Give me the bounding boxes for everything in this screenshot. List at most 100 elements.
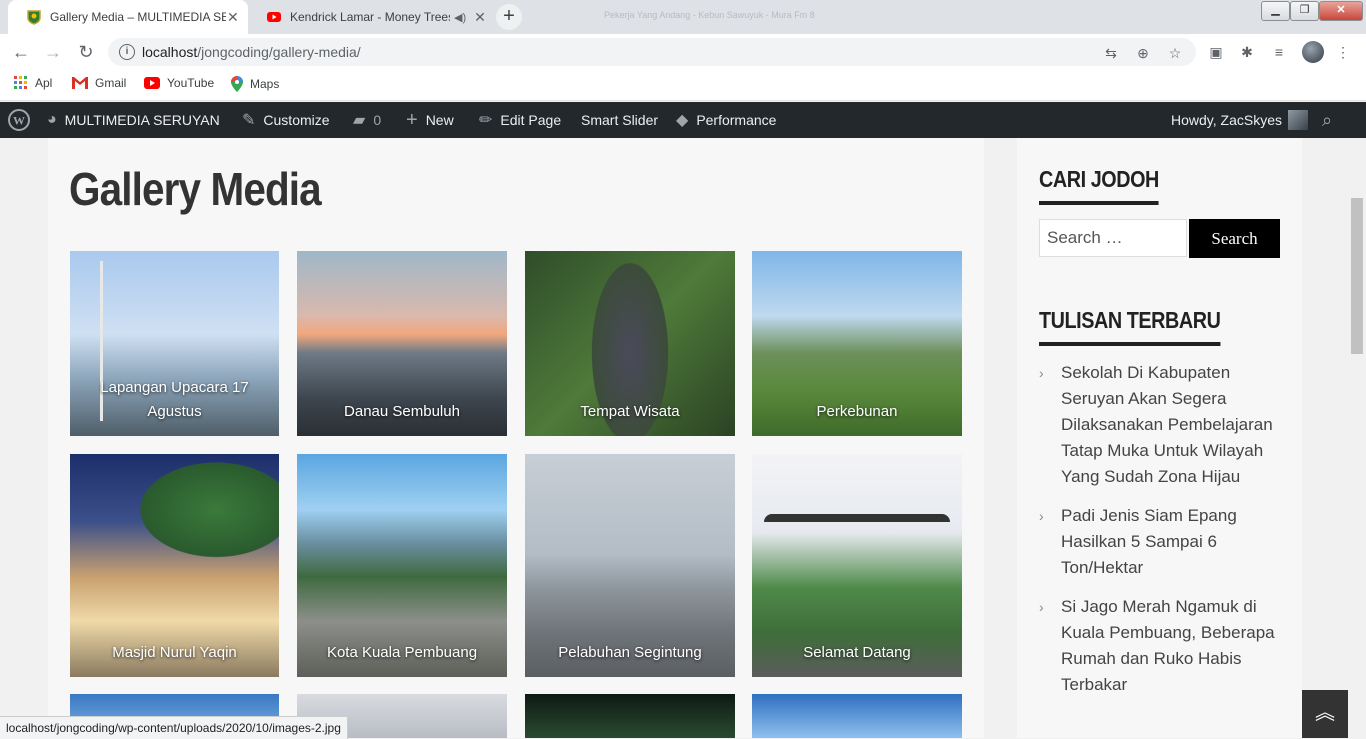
gmail-icon xyxy=(72,77,88,89)
admin-edit-page[interactable]: ✏ Edit Page xyxy=(479,102,561,138)
browser-tabstrip: Gallery Media – MULTIMEDIA SERUYAN ✕ Ken… xyxy=(0,0,1366,34)
search-button[interactable]: Search xyxy=(1189,219,1280,258)
close-tab-icon[interactable]: ✕ xyxy=(226,9,240,26)
admin-site-name-label: MULTIMEDIA SERUYAN xyxy=(64,112,220,128)
gallery-item[interactable]: Pelabuhan Segintung xyxy=(525,454,735,677)
maximize-button[interactable]: ❐ xyxy=(1290,1,1319,21)
gallery-caption: Masjid Nurul Yaqin xyxy=(112,644,237,661)
gallery-item[interactable]: Danau Sembuluh xyxy=(297,251,507,436)
recent-posts-list: › Sekolah Di Kabupaten Seruyan Akan Seger… xyxy=(1039,360,1294,711)
youtube-icon xyxy=(267,12,281,22)
admin-comments[interactable]: ▰ 0 xyxy=(353,102,381,138)
gallery-item[interactable]: Masjid Nurul Yaqin xyxy=(70,454,279,677)
translate-icon[interactable]: ⇆ xyxy=(1102,44,1120,62)
sidebar: CARI JODOH Search TULISAN TERBARU › Sekol… xyxy=(1017,138,1302,738)
gallery-caption: Pelabuhan Segintung xyxy=(558,644,702,661)
plus-icon: + xyxy=(406,108,418,131)
new-tab-button[interactable]: + xyxy=(496,4,522,30)
list-item[interactable]: › Si Jago Merah Ngamuk di Kuala Pembuang,… xyxy=(1039,594,1294,698)
chevron-right-icon: › xyxy=(1039,508,1044,524)
gallery-caption: Lapangan Upacara 17 Agustus xyxy=(100,379,249,420)
bookmark-label: Apl xyxy=(35,76,53,90)
gallery-caption: Tempat Wisata xyxy=(580,403,680,420)
url-text[interactable]: localhost/jongcoding/gallery-media/ xyxy=(142,44,361,60)
widget-title-search: CARI JODOH xyxy=(1039,166,1159,205)
menu-kebab-icon[interactable]: ⋮ xyxy=(1334,43,1352,61)
chevron-right-icon: › xyxy=(1039,599,1044,615)
post-link[interactable]: Si Jago Merah Ngamuk di Kuala Pembuang, … xyxy=(1061,597,1275,694)
minimize-button[interactable]: ▁ xyxy=(1261,1,1290,21)
admin-howdy-label: Howdy, ZacSkyes xyxy=(1171,112,1282,128)
dashboard-gauge-icon: ◕ xyxy=(47,111,57,128)
bookmark-gmail[interactable]: Gmail xyxy=(72,76,126,90)
admin-smart-slider-label: Smart Slider xyxy=(581,112,659,128)
site-info-icon[interactable]: i xyxy=(119,44,135,60)
bookmarks-bar: Apl Gmail YouTube Maps xyxy=(0,70,1366,101)
widget-title-recent: TULISAN TERBARU xyxy=(1039,307,1221,346)
tab-title: Gallery Media – MULTIMEDIA SERUYAN xyxy=(50,10,226,24)
gallery-caption: Danau Sembuluh xyxy=(344,403,460,420)
url-path: /jongcoding/gallery-media/ xyxy=(197,44,361,60)
status-bar-url: localhost/jongcoding/wp-content/uploads/… xyxy=(0,716,348,739)
bookmark-apl[interactable]: Apl xyxy=(14,76,52,90)
admin-customize[interactable]: ✎ Customize xyxy=(242,102,330,138)
gallery-item[interactable]: Lapangan Upacara 17 Agustus xyxy=(70,251,279,436)
speaker-icon[interactable]: ◀) xyxy=(454,11,466,24)
back-arrow-icon[interactable]: ← xyxy=(10,41,32,63)
close-tab-icon[interactable]: ✕ xyxy=(474,9,486,26)
seruyan-emblem-icon xyxy=(27,10,41,25)
list-item[interactable]: › Sekolah Di Kabupaten Seruyan Akan Seger… xyxy=(1039,360,1294,490)
profile-avatar[interactable] xyxy=(1302,41,1324,63)
gallery-item[interactable]: Selamat Datang xyxy=(752,454,962,677)
user-avatar xyxy=(1288,110,1308,130)
window-close-button[interactable]: ✕ xyxy=(1319,1,1363,21)
admin-smart-slider[interactable]: Smart Slider xyxy=(581,102,658,138)
bookmark-maps[interactable]: Maps xyxy=(231,76,279,92)
gallery-item[interactable]: Perkebunan xyxy=(752,251,962,436)
gallery-caption: Perkebunan xyxy=(816,403,898,420)
tab-kendrick-lamar[interactable]: Kendrick Lamar - Money Trees ◀) ✕ xyxy=(248,0,488,34)
zoom-icon[interactable]: ⊕ xyxy=(1134,44,1152,62)
forward-arrow-icon[interactable]: → xyxy=(42,41,64,63)
admin-search-icon[interactable]: ⌕ xyxy=(1322,102,1332,138)
admin-customize-label: Customize xyxy=(263,112,330,128)
admin-new-label: New xyxy=(425,112,454,128)
maps-pin-icon xyxy=(231,76,243,92)
post-link[interactable]: Sekolah Di Kabupaten Seruyan Akan Segera… xyxy=(1061,363,1273,486)
gallery-item[interactable]: Kota Kuala Pembuang xyxy=(297,454,507,677)
window-title-ghost: Pekerja Yang Andang - Kebun Sawuyuk - Mu… xyxy=(604,10,815,20)
apps-grid-icon xyxy=(14,76,27,89)
list-item[interactable]: › Padi Jenis Siam Epang Hasilkan 5 Sampai… xyxy=(1039,503,1294,581)
scrollbar-thumb[interactable] xyxy=(1351,198,1363,354)
bookmark-star-icon[interactable]: ☆ xyxy=(1166,44,1184,62)
gallery-image xyxy=(525,694,735,738)
comment-bubble-icon: ▰ xyxy=(353,112,366,129)
address-bar[interactable]: i localhost/jongcoding/gallery-media/ ⇆ … xyxy=(108,38,1196,66)
wp-admin-bar: W ◕ MULTIMEDIA SERUYAN ✎ Customize ▰ 0 +… xyxy=(0,102,1366,138)
admin-edit-page-label: Edit Page xyxy=(500,112,562,128)
page-scrollbar[interactable] xyxy=(1348,138,1366,738)
search-input[interactable] xyxy=(1039,219,1187,257)
gallery-item[interactable] xyxy=(525,694,735,738)
url-host: localhost xyxy=(142,44,198,60)
tab-gallery-media[interactable]: Gallery Media – MULTIMEDIA SERUYAN ✕ xyxy=(8,0,248,34)
admin-performance[interactable]: ◆ Performance xyxy=(676,102,776,138)
wordpress-logo-icon[interactable]: W xyxy=(8,102,30,138)
admin-site-name[interactable]: ◕ MULTIMEDIA SERUYAN xyxy=(47,102,220,138)
svg-text:W: W xyxy=(13,114,25,128)
gallery-item[interactable] xyxy=(752,694,962,738)
admin-howdy[interactable]: Howdy, ZacSkyes xyxy=(1171,102,1308,138)
gallery-item[interactable]: Tempat Wisata xyxy=(525,251,735,436)
pencil-icon: ✏ xyxy=(479,112,493,129)
reload-icon[interactable]: ↻ xyxy=(75,41,97,63)
bookmark-youtube[interactable]: YouTube xyxy=(144,76,214,90)
post-link[interactable]: Padi Jenis Siam Epang Hasilkan 5 Sampai … xyxy=(1061,506,1237,577)
back-to-top-button[interactable]: ︽ xyxy=(1302,690,1348,738)
extensions-puzzle-icon[interactable]: ✱ xyxy=(1238,43,1256,61)
admin-new[interactable]: + New xyxy=(406,102,454,138)
main-content: Gallery Media Lapangan Upacara 17 Agustu… xyxy=(48,138,984,738)
bookmark-label: Gmail xyxy=(95,76,127,90)
extension-chat-icon[interactable]: ▣ xyxy=(1207,43,1225,61)
performance-cube-icon: ◆ xyxy=(676,112,689,129)
media-queue-icon[interactable]: ≡ xyxy=(1270,43,1288,61)
